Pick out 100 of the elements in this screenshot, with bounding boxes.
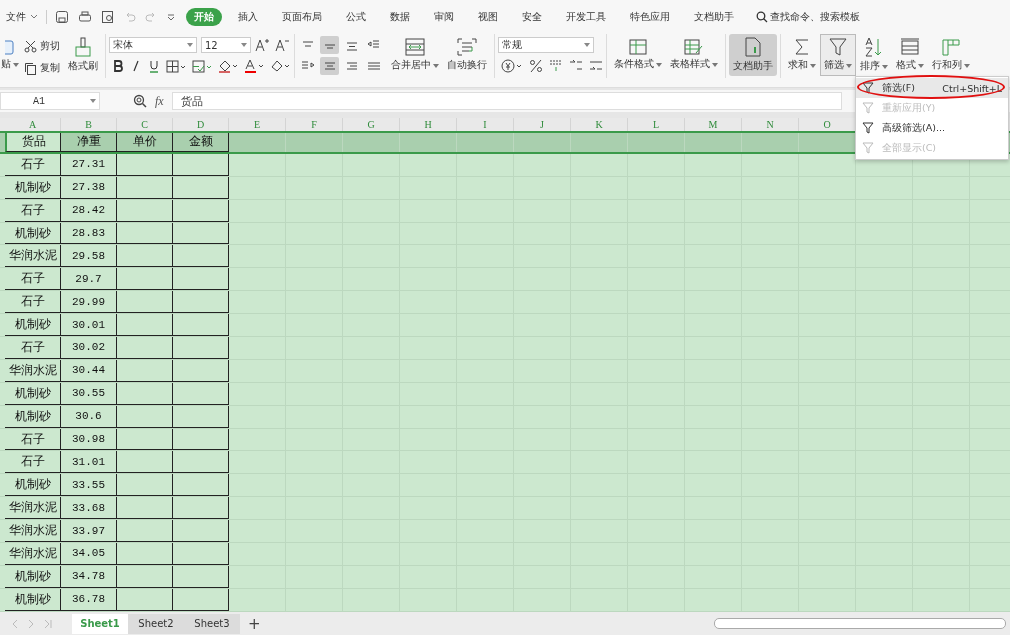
border-icon[interactable]	[166, 59, 186, 73]
empty-cell	[117, 474, 173, 497]
preview-icon[interactable]	[101, 9, 115, 24]
table-cell: 华润水泥	[5, 359, 61, 382]
file-menu[interactable]: 文件	[6, 9, 26, 24]
paste-button[interactable]: 贴	[0, 34, 20, 76]
name-box[interactable]: A1	[0, 92, 100, 110]
caret-icon[interactable]	[13, 62, 19, 67]
empty-cell	[117, 405, 173, 428]
menu-item[interactable]: 筛选(F) Ctrl+Shift+L	[856, 78, 1008, 98]
ribbon-tab[interactable]: 视图	[470, 7, 506, 26]
number-format-dropdown[interactable]: 常规	[498, 37, 594, 53]
table-cell: 机制砂	[5, 588, 61, 611]
sigma-icon	[794, 38, 810, 56]
filter-button[interactable]: 筛选	[820, 34, 856, 76]
caret-icon[interactable]	[241, 43, 247, 47]
table-cell: 石子	[5, 428, 61, 451]
conditional-format-button[interactable]: 条件格式	[610, 34, 666, 76]
sheet-tab[interactable]: Sheet2	[128, 613, 184, 634]
save-icon[interactable]	[55, 9, 69, 24]
format-button[interactable]: 格式	[892, 34, 928, 76]
decrease-decimal-icon[interactable]	[589, 59, 603, 73]
table-cell: 30.6	[61, 405, 117, 428]
empty-cell	[117, 382, 173, 405]
align-button[interactable]	[320, 36, 339, 54]
merge-center-button[interactable]: 合并居中	[387, 34, 443, 76]
clipboard-icon	[5, 39, 15, 55]
table-header-cell: 单价	[117, 133, 173, 152]
caret-icon[interactable]	[433, 63, 439, 68]
table-cell: 34.05	[61, 543, 117, 565]
rows-columns-icon	[941, 38, 961, 56]
percent-icon[interactable]	[529, 59, 543, 73]
table-header-cell: 金额	[173, 133, 229, 152]
thousands-icon[interactable]	[549, 59, 563, 73]
sort-button[interactable]: 排序	[856, 34, 892, 76]
currency-icon[interactable]	[501, 59, 523, 73]
ribbon-tab[interactable]: 文档助手	[686, 7, 742, 26]
copy-button[interactable]: 复制	[24, 61, 60, 75]
menu-item[interactable]: 高级筛选(A)...	[856, 118, 1008, 138]
rows-columns-button[interactable]: 行和列	[928, 34, 974, 76]
underline-icon[interactable]	[148, 59, 160, 73]
empty-cell	[117, 222, 173, 245]
zoom-icon[interactable]	[133, 94, 147, 108]
cut-button[interactable]: 剪切	[24, 39, 60, 53]
ribbon-tab[interactable]: 插入	[230, 7, 266, 26]
ribbon-tab[interactable]: 安全	[514, 7, 550, 26]
caret-icon[interactable]	[656, 62, 662, 67]
bold-icon[interactable]	[112, 60, 124, 72]
align-button[interactable]	[320, 57, 339, 75]
empty-cell	[117, 245, 173, 268]
ribbon-tab[interactable]: 数据	[382, 7, 418, 26]
table-cell: 石子	[5, 199, 61, 222]
wrap-text-button[interactable]: 自动换行	[443, 34, 491, 76]
caret-icon[interactable]	[810, 63, 816, 68]
fill-color-icon[interactable]	[218, 59, 238, 73]
copy-icon	[24, 61, 37, 75]
font-dropdown[interactable]: 宋体	[109, 37, 197, 53]
caret-icon[interactable]	[187, 43, 193, 47]
caret-icon[interactable]	[846, 63, 852, 68]
caret-icon[interactable]	[918, 63, 924, 68]
ribbon-tab[interactable]: 页面布局	[274, 7, 330, 26]
fill-pattern-icon[interactable]	[192, 59, 212, 73]
sheet-tab[interactable]: Sheet1	[72, 613, 128, 634]
caret-icon[interactable]	[90, 99, 96, 103]
formula-field[interactable]: 货品	[171, 92, 842, 110]
font-color-icon[interactable]	[244, 59, 264, 73]
font-size-dropdown[interactable]: 12	[201, 37, 251, 53]
caret-icon[interactable]	[166, 11, 176, 22]
document-assistant-button[interactable]: 文档助手	[729, 34, 777, 76]
caret-icon[interactable]	[882, 64, 888, 69]
ribbon-tab[interactable]: 特色应用	[622, 7, 678, 26]
ribbon-tab[interactable]: 审阅	[426, 7, 462, 26]
search-field[interactable]: 查找命令、搜索模板	[756, 9, 860, 24]
grow-font-icon[interactable]	[255, 38, 271, 52]
format-painter-button[interactable]: 格式刷	[64, 34, 102, 76]
align-icon	[366, 39, 381, 51]
sum-button[interactable]: 求和	[784, 34, 820, 76]
add-sheet-button[interactable]: +	[248, 614, 261, 633]
sheet-tab[interactable]: Sheet3	[184, 613, 240, 634]
increase-decimal-icon[interactable]	[569, 59, 583, 73]
table-style-button[interactable]: 表格样式	[666, 34, 722, 76]
empty-cell	[117, 199, 173, 222]
brush-icon	[74, 37, 92, 57]
funnel-icon	[862, 142, 874, 154]
horizontal-scrollbar[interactable]	[714, 618, 1006, 629]
print-icon[interactable]	[78, 9, 92, 24]
caret-icon[interactable]	[30, 14, 38, 19]
function-label[interactable]: fx	[155, 93, 164, 109]
ribbon-tab[interactable]: 公式	[338, 7, 374, 26]
table-cell: 石子	[5, 451, 61, 474]
shrink-font-icon[interactable]	[275, 38, 291, 52]
caret-icon[interactable]	[584, 43, 590, 47]
table-cell: 33.68	[61, 497, 117, 520]
ribbon-tab[interactable]: 开发工具	[558, 7, 614, 26]
wrap-text-icon	[457, 38, 477, 56]
table-cell: 30.98	[61, 428, 117, 451]
caret-icon[interactable]	[964, 63, 970, 68]
eraser-icon[interactable]	[270, 59, 290, 73]
empty-cell	[117, 359, 173, 382]
caret-icon[interactable]	[712, 62, 718, 67]
